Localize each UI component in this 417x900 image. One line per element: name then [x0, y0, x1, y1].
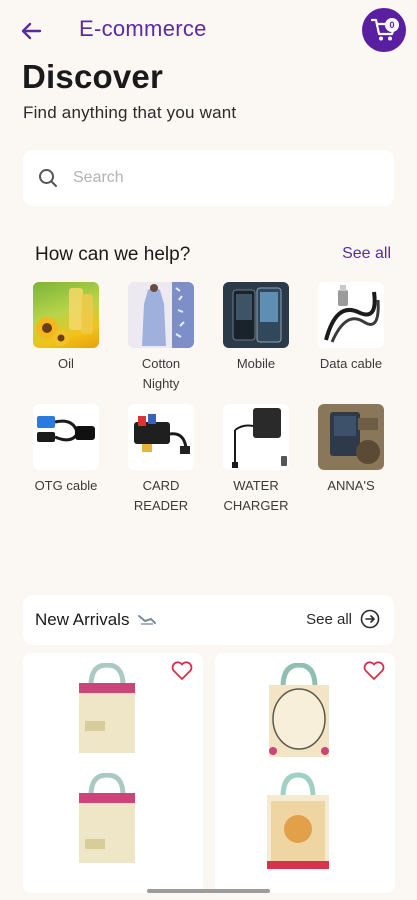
annas-image	[318, 404, 384, 470]
category-label: OTG cable	[34, 478, 98, 493]
new-arrivals-title: New Arrivals	[35, 610, 157, 630]
category-water-charger[interactable]: WATER CHARGER	[216, 404, 296, 516]
heart-icon[interactable]	[363, 661, 385, 681]
page-subtitle: Find anything that you want	[23, 103, 237, 122]
category-card-reader[interactable]: CARD READER	[121, 404, 201, 516]
category-annas[interactable]: ANNA'S	[311, 404, 391, 496]
water-charger-image	[223, 404, 289, 470]
category-oil[interactable]: Oil	[26, 282, 106, 374]
category-label: ANNA'S	[327, 478, 375, 493]
back-arrow-icon	[21, 22, 42, 40]
product-image	[79, 663, 135, 753]
product-image	[79, 773, 135, 863]
search-input[interactable]	[73, 169, 363, 187]
product-card[interactable]	[23, 653, 203, 893]
category-data-cable[interactable]: Data cable	[311, 282, 391, 374]
category-label: Cotton Nighty	[141, 356, 181, 391]
oil-image	[33, 282, 99, 348]
card-reader-image	[128, 404, 194, 470]
back-button[interactable]	[18, 18, 44, 44]
product-card[interactable]	[215, 653, 395, 893]
data-cable-image	[318, 282, 384, 348]
product-image	[267, 772, 329, 869]
category-cotton-nighty[interactable]: Cotton Nighty	[121, 282, 201, 394]
home-indicator	[147, 889, 270, 893]
product-image	[269, 663, 329, 757]
new-badge-icon	[138, 615, 157, 625]
page-title: Discover	[22, 58, 164, 95]
cart-button[interactable]: 0	[362, 8, 406, 52]
search-icon	[37, 167, 59, 189]
help-see-all-link[interactable]: See all	[342, 245, 391, 263]
new-arrivals-see-all-label: See all	[306, 610, 352, 628]
category-mobile[interactable]: Mobile	[216, 282, 296, 374]
heart-icon[interactable]	[171, 661, 193, 681]
category-label: Data cable	[319, 356, 383, 371]
category-label: Oil	[58, 356, 74, 371]
help-section: How can we help? See all Oil Cotton Nigh…	[14, 222, 404, 562]
category-label: Mobile	[236, 356, 276, 371]
search-bar[interactable]	[23, 150, 394, 206]
category-otg-cable[interactable]: OTG cable	[26, 404, 106, 496]
category-label: CARD READER	[133, 478, 189, 513]
app-title: E-commerce	[79, 16, 207, 41]
new-arrivals-header: New Arrivals See all	[23, 595, 394, 645]
mobile-image	[223, 282, 289, 348]
cart-count-badge: 0	[385, 18, 399, 32]
help-section-title: How can we help?	[35, 244, 191, 265]
category-label: WATER CHARGER	[223, 478, 289, 513]
cotton-nighty-image	[128, 282, 194, 348]
otg-cable-image	[33, 404, 99, 470]
top-bar: E-commerce 0	[0, 0, 417, 60]
new-arrivals-see-all[interactable]: See all	[306, 609, 380, 629]
new-arrivals-label: New Arrivals	[35, 610, 130, 629]
arrow-right-circle-icon	[360, 609, 380, 629]
